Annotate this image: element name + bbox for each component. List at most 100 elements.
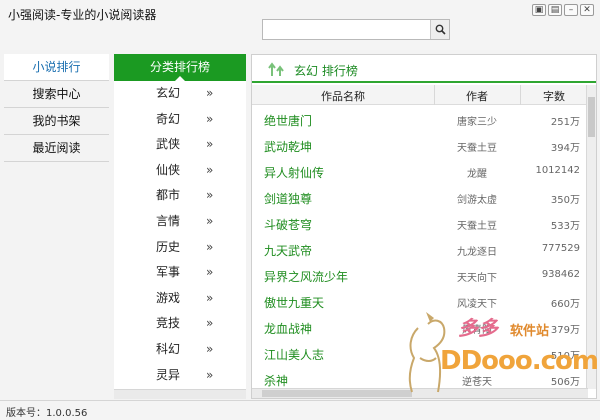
version-label: 版本号：1.0.0.56 [6, 408, 88, 419]
category-item[interactable]: 奇幻 » [114, 107, 246, 133]
book-name-link[interactable]: 绝世唐门 [264, 112, 312, 129]
category-label: 军事 [156, 265, 181, 280]
book-name-link[interactable]: 江山美人志 [264, 346, 324, 363]
watermark-software-site: 软件站 [510, 324, 550, 339]
category-label: 灵异 [156, 367, 181, 382]
horizontal-scroll-thumb[interactable] [262, 390, 412, 397]
category-label: 言情 [156, 213, 181, 228]
chevron-right-icon: » [206, 111, 214, 126]
title-bar: 小强阅读-专业的小说阅读器 ▣ ▤ – ✕ [0, 0, 600, 50]
category-item[interactable]: 玄幻 » [114, 81, 246, 107]
minimize-button[interactable]: – [564, 4, 578, 16]
close-button[interactable]: ✕ [580, 4, 594, 16]
chevron-right-icon: » [206, 265, 214, 280]
search-button[interactable] [430, 20, 449, 39]
category-header-label: 分类排行榜 [149, 60, 210, 74]
table-row[interactable]: 斗破苍穹 天蚕土豆 533万 [252, 210, 588, 236]
nav-item-search-center[interactable]: 搜索中心 [4, 81, 109, 108]
nav-item-bookshelf[interactable]: 我的书架 [4, 108, 109, 135]
watermark-url: DDooo.com [440, 346, 599, 376]
ranking-title: 玄幻 排行榜 [294, 64, 358, 78]
chevron-right-icon: » [206, 213, 214, 228]
category-label: 游戏 [156, 290, 181, 305]
book-word-count: 1012142 [535, 165, 580, 176]
category-label: 奇幻 [156, 111, 181, 126]
settings-button[interactable]: ▤ [548, 4, 562, 16]
category-item[interactable]: 游戏 » [114, 286, 246, 312]
chevron-right-icon: » [206, 341, 214, 356]
chevron-right-icon: » [206, 86, 214, 100]
book-word-count: 251万 [550, 117, 580, 128]
book-word-count: 350万 [550, 195, 580, 206]
chevron-right-icon: » [206, 188, 214, 203]
category-label: 都市 [156, 188, 181, 203]
window-controls: ▣ ▤ – ✕ [532, 4, 594, 16]
column-author[interactable]: 作者 [434, 88, 520, 104]
category-panel: 分类排行榜 玄幻 » 奇幻 » 武侠 » 仙侠 » 都市 » 言情 » 历史 » 军事 » 游戏… [114, 54, 246, 399]
category-label: 玄幻 [156, 86, 181, 100]
book-word-count: 533万 [550, 221, 580, 232]
table-row[interactable]: 异人射仙传 龙醒 1012142 [252, 158, 588, 184]
category-item[interactable]: 历史 » [114, 235, 246, 261]
book-name-link[interactable]: 九天武帝 [264, 242, 312, 259]
book-author: 天蚕土豆 [457, 143, 497, 154]
skin-button[interactable]: ▣ [532, 4, 546, 16]
book-name-link[interactable]: 异界之风流少年 [264, 268, 348, 285]
nav-item-recent[interactable]: 最近阅读 [4, 135, 109, 162]
table-row[interactable]: 剑道独尊 剑游太虚 350万 [252, 184, 588, 210]
table-row[interactable]: 异界之风流少年 天天向下 938462 [252, 262, 588, 288]
app-title: 小强阅读-专业的小说阅读器 [8, 8, 157, 22]
category-item[interactable]: 都市 » [114, 183, 246, 209]
book-name-link[interactable]: 剑道独尊 [264, 190, 312, 207]
search-input[interactable] [263, 20, 431, 39]
book-name-link[interactable]: 傲世九重天 [264, 294, 324, 311]
book-author: 剑游太虚 [457, 195, 497, 206]
watermark-duoduo: 多多 [458, 316, 498, 340]
chevron-right-icon: » [206, 137, 214, 152]
sort-arrows-icon [268, 62, 284, 76]
book-author: 天天向下 [457, 273, 497, 284]
column-count[interactable]: 字数 [520, 88, 588, 104]
category-item[interactable]: 军事 » [114, 260, 246, 286]
vertical-scroll-thumb[interactable] [588, 97, 595, 137]
book-author: 龙醒 [467, 169, 487, 180]
category-item[interactable]: 科幻 » [114, 337, 246, 363]
category-item[interactable]: 灵异 » [114, 363, 246, 389]
book-word-count: 777529 [541, 243, 580, 254]
chevron-right-icon: » [206, 316, 214, 331]
book-name-link[interactable]: 武动乾坤 [264, 138, 312, 155]
table-row[interactable]: 武动乾坤 天蚕土豆 394万 [252, 132, 588, 158]
category-header: 分类排行榜 [114, 54, 246, 82]
category-horizontal-scrollbar[interactable] [114, 389, 246, 399]
book-name-link[interactable]: 杀神 [264, 372, 288, 389]
category-list: 玄幻» 奇幻» 武侠» 仙侠» 都市» 言情» 历史» 军事» 游戏» 竞技» … [114, 81, 246, 388]
book-word-count: 394万 [550, 143, 580, 154]
book-author: 天蚕土豆 [457, 221, 497, 232]
book-name-link[interactable]: 斗破苍穹 [264, 216, 312, 233]
search-icon [435, 24, 446, 35]
book-name-link[interactable]: 龙血战神 [264, 320, 312, 337]
category-item[interactable]: 竞技 » [114, 311, 246, 337]
nav-item-ranking[interactable]: 小说排行 [4, 54, 109, 81]
category-label: 竞技 [156, 316, 181, 331]
category-item[interactable]: 武侠 » [114, 132, 246, 158]
category-item[interactable]: 仙侠 » [114, 158, 246, 184]
book-name-link[interactable]: 异人射仙传 [264, 164, 324, 181]
book-word-count: 938462 [541, 269, 580, 280]
category-label: 武侠 [156, 137, 181, 152]
category-label: 历史 [156, 239, 181, 254]
table-header: 作品名称 作者 字数 [252, 85, 588, 105]
watermark: 多多 软件站 DDooo.com [400, 304, 599, 399]
book-author: 唐家三少 [457, 117, 497, 128]
sidebar-nav: 小说排行 搜索中心 我的书架 最近阅读 [4, 54, 109, 162]
category-label: 仙侠 [156, 162, 181, 177]
status-bar: 版本号：1.0.0.56 [0, 400, 600, 420]
category-item[interactable]: 言情 » [114, 209, 246, 235]
chevron-right-icon: » [206, 290, 214, 305]
chevron-right-icon: » [206, 367, 214, 382]
table-row[interactable]: 九天武帝 九龙逐日 777529 [252, 236, 588, 262]
table-row[interactable]: 绝世唐门 唐家三少 251万 [252, 106, 588, 132]
ranking-header: 玄幻 排行榜 [252, 55, 596, 83]
chevron-right-icon: » [206, 162, 214, 177]
column-name[interactable]: 作品名称 [252, 88, 434, 104]
